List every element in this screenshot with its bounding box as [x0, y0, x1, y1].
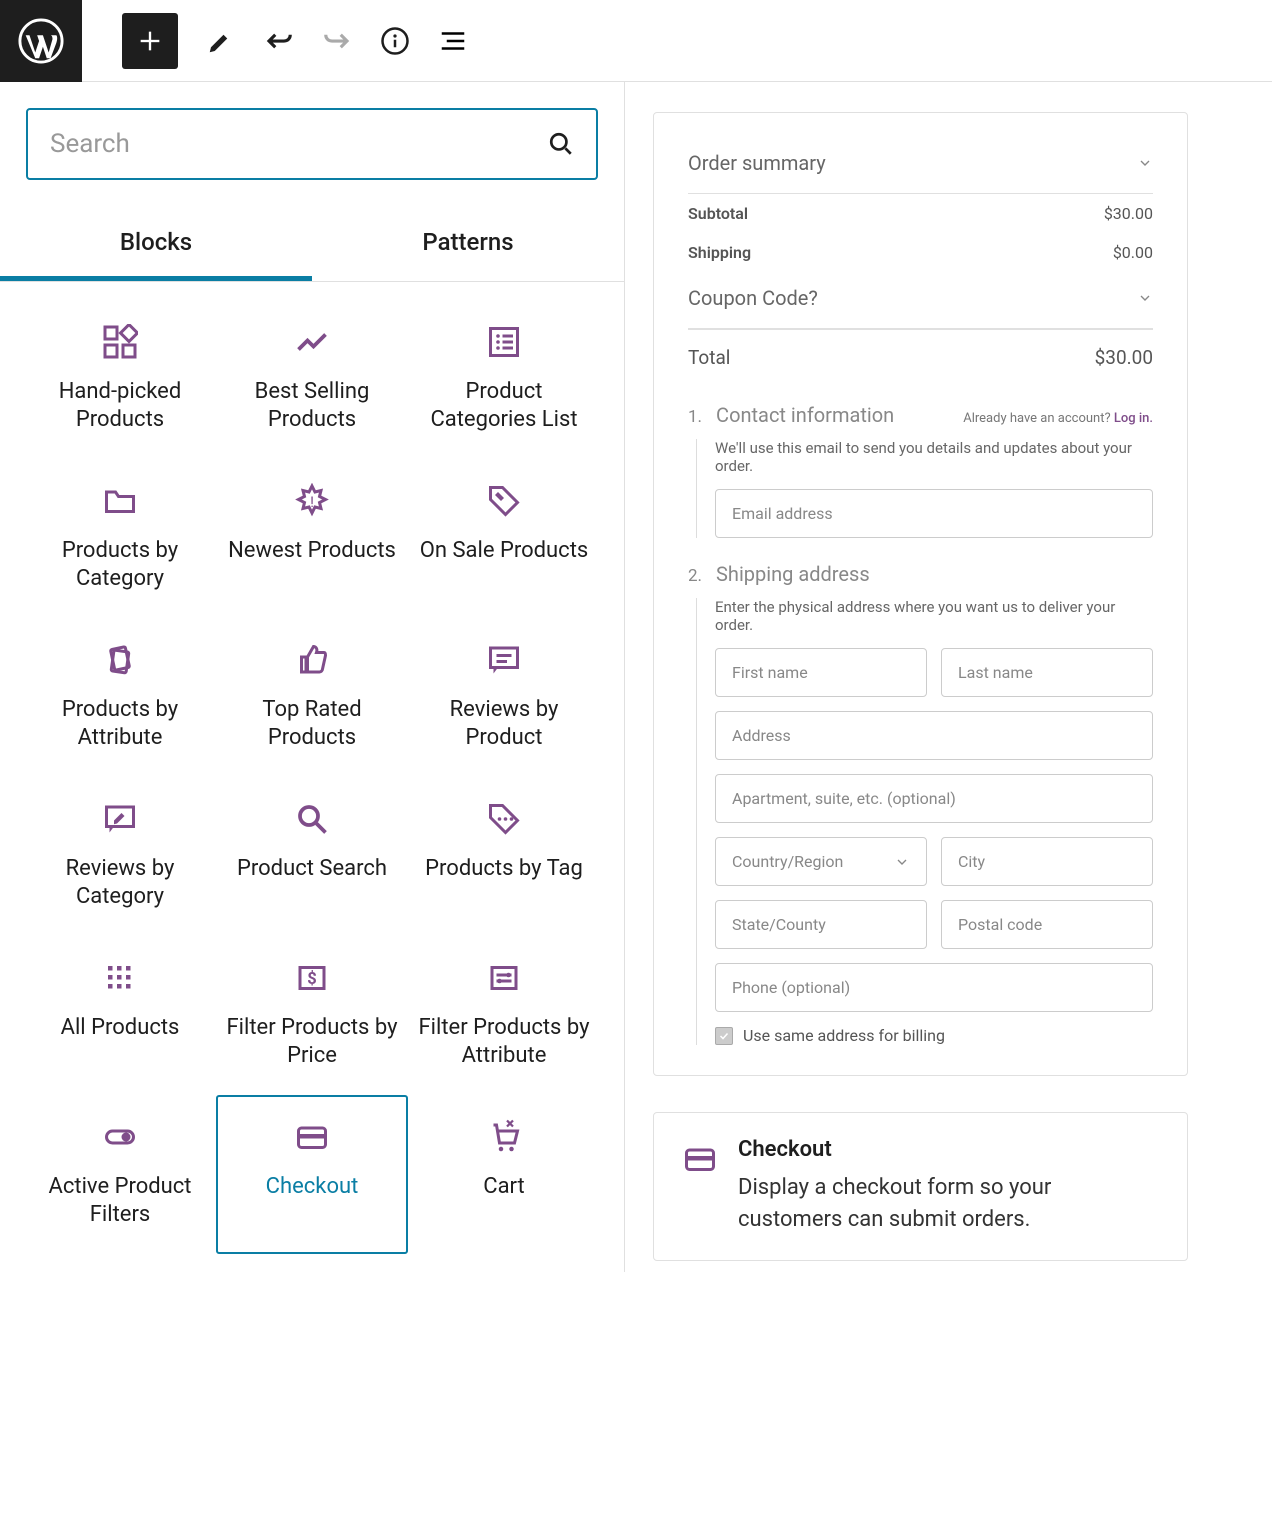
- country-select[interactable]: Country/Region: [715, 837, 927, 886]
- list-icon: [486, 324, 522, 360]
- folder-icon: [102, 483, 138, 519]
- tab-patterns[interactable]: Patterns: [312, 208, 624, 281]
- block-product-categories-list[interactable]: Product Categories List: [408, 300, 600, 459]
- trend-icon: [294, 324, 330, 360]
- block-label: Hand-picked Products: [34, 378, 206, 433]
- tag-icon: [486, 483, 522, 519]
- block-all-products[interactable]: All Products: [24, 936, 216, 1095]
- block-filter-by-attribute[interactable]: Filter Products by Attribute: [408, 936, 600, 1095]
- dots-icon: [102, 960, 138, 996]
- block-label: Products by Category: [34, 537, 206, 592]
- toggle-icon: [102, 1119, 138, 1155]
- cards-icon: [102, 642, 138, 678]
- block-active-product-filters[interactable]: Active Product Filters: [24, 1095, 216, 1254]
- write-icon: [102, 801, 138, 837]
- grid-icon: [102, 324, 138, 360]
- block-inserter-sidebar: Blocks Patterns Hand-picked Products Best…: [0, 82, 625, 1272]
- block-label: Top Rated Products: [226, 696, 398, 751]
- block-filter-by-price[interactable]: Filter Products by Price: [216, 936, 408, 1095]
- block-label: Newest Products: [228, 537, 396, 565]
- add-block-button[interactable]: [122, 13, 178, 69]
- block-best-selling-products[interactable]: Best Selling Products: [216, 300, 408, 459]
- block-label: Products by Attribute: [34, 696, 206, 751]
- email-field[interactable]: Email address: [715, 489, 1153, 538]
- last-name-field[interactable]: Last name: [941, 648, 1153, 697]
- block-reviews-by-category[interactable]: Reviews by Category: [24, 777, 216, 936]
- comment-icon: [486, 642, 522, 678]
- block-label: Cart: [483, 1173, 524, 1201]
- block-label: Checkout: [266, 1173, 359, 1201]
- first-name-field[interactable]: First name: [715, 648, 927, 697]
- chevron-down-icon: [1137, 290, 1153, 306]
- state-field[interactable]: State/County: [715, 900, 927, 949]
- block-top-rated-products[interactable]: Top Rated Products: [216, 618, 408, 777]
- block-checkout[interactable]: Checkout: [216, 1095, 408, 1254]
- tagdots-icon: [486, 801, 522, 837]
- block-cart[interactable]: Cart: [408, 1095, 600, 1254]
- price-icon: [294, 960, 330, 996]
- preview-pane: ut e / to c Order summary Subtotal$30.00…: [625, 82, 1272, 1272]
- block-label: Product Search: [237, 855, 387, 883]
- edit-icon[interactable]: [206, 26, 236, 56]
- block-label: Filter Products by Price: [226, 1014, 398, 1069]
- undo-icon[interactable]: [264, 26, 294, 56]
- outline-icon[interactable]: [438, 26, 468, 56]
- block-products-by-attribute[interactable]: Products by Attribute: [24, 618, 216, 777]
- search-icon: [294, 801, 330, 837]
- chevron-down-icon: [894, 854, 910, 870]
- redo-icon: [322, 26, 352, 56]
- block-reviews-by-product[interactable]: Reviews by Product: [408, 618, 600, 777]
- same-address-checkbox[interactable]: Use same address for billing: [715, 1026, 1153, 1045]
- block-label: Product Categories List: [418, 378, 590, 433]
- phone-field[interactable]: Phone (optional): [715, 963, 1153, 1012]
- block-products-by-tag[interactable]: Products by Tag: [408, 777, 600, 936]
- block-products-by-category[interactable]: Products by Category: [24, 459, 216, 618]
- block-product-search[interactable]: Product Search: [216, 777, 408, 936]
- block-label: On Sale Products: [420, 537, 589, 565]
- filter-icon: [486, 960, 522, 996]
- block-label: Products by Tag: [425, 855, 583, 883]
- chevron-down-icon: [1137, 155, 1153, 171]
- postal-field[interactable]: Postal code: [941, 900, 1153, 949]
- apartment-field[interactable]: Apartment, suite, etc. (optional): [715, 774, 1153, 823]
- block-label: Reviews by Category: [34, 855, 206, 910]
- order-summary-toggle[interactable]: Order summary: [688, 137, 1153, 194]
- block-label: All Products: [61, 1014, 180, 1042]
- address-field[interactable]: Address: [715, 711, 1153, 760]
- block-label: Filter Products by Attribute: [418, 1014, 590, 1069]
- city-field[interactable]: City: [941, 837, 1153, 886]
- block-on-sale-products[interactable]: On Sale Products: [408, 459, 600, 618]
- card-icon: [682, 1141, 718, 1177]
- login-link[interactable]: Log in.: [1114, 411, 1153, 426]
- top-toolbar: [0, 0, 1272, 82]
- tab-blocks[interactable]: Blocks: [0, 208, 312, 281]
- card-icon: [294, 1119, 330, 1155]
- wordpress-logo[interactable]: [0, 0, 82, 82]
- block-description: Checkout Display a checkout form so your…: [653, 1112, 1188, 1261]
- block-label: Reviews by Product: [418, 696, 590, 751]
- cart-icon: [486, 1119, 522, 1155]
- checkout-preview: Order summary Subtotal$30.00 Shipping$0.…: [653, 112, 1188, 1076]
- info-icon[interactable]: [380, 26, 410, 56]
- block-newest-products[interactable]: Newest Products: [216, 459, 408, 618]
- search-icon: [548, 131, 574, 157]
- search-input[interactable]: [26, 108, 598, 180]
- block-label: Best Selling Products: [226, 378, 398, 433]
- thumb-icon: [294, 642, 330, 678]
- block-hand-picked-products[interactable]: Hand-picked Products: [24, 300, 216, 459]
- burst-icon: [294, 483, 330, 519]
- coupon-toggle[interactable]: Coupon Code?: [688, 272, 1153, 329]
- block-label: Active Product Filters: [34, 1173, 206, 1228]
